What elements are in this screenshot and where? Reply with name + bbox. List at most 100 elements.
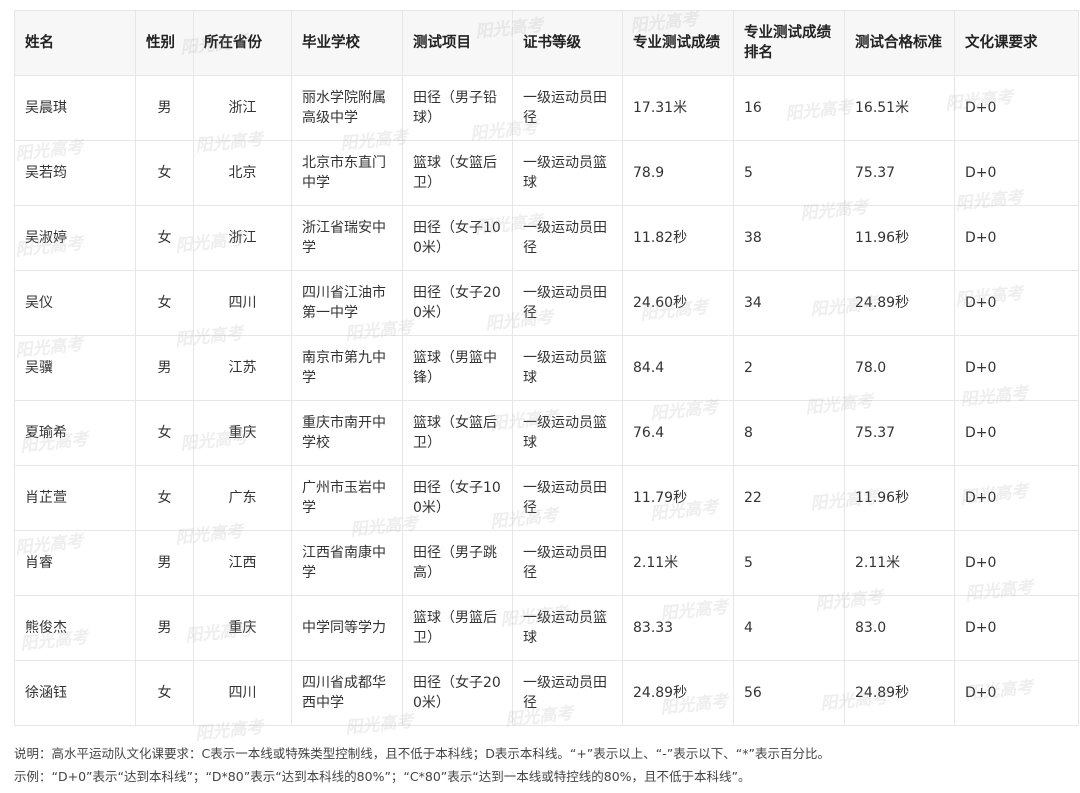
cell-test-item: 篮球（男篮中锋）: [402, 335, 513, 401]
cell-rank: 5: [733, 140, 845, 206]
cell-province: 重庆: [193, 595, 292, 661]
cell-gender: 男: [135, 335, 194, 401]
note-example: 示例：“D+0”表示“达到本科线”；“D*80”表示“达到本科线的80%”；“C…: [14, 769, 751, 784]
cell-test-item: 田径（女子100米）: [402, 465, 513, 531]
table-row: 吴淑婷女浙江 浙江省瑞安中学 田径（女子100米） 一级运动员田径 11.82秒 38 11…: [14, 205, 1079, 271]
cell-test-item: 篮球（男篮后卫）: [402, 595, 513, 661]
cell-test-item: 田径（男子铅球）: [402, 75, 513, 141]
cell-score: 17.31米: [622, 75, 734, 141]
cell-certificate: 一级运动员篮球: [512, 400, 623, 466]
cell-standard: 11.96秒: [844, 465, 955, 531]
cell-rank: 16: [733, 75, 845, 141]
header-province: 所在省份: [193, 10, 292, 76]
admissions-table: 姓名 性别 所在省份 毕业学校 测试项目 证书等级 专业测试成绩 专业测试成绩排…: [14, 10, 1079, 726]
cell-name: 吴骥: [14, 335, 136, 401]
cell-name: 夏瑜希: [14, 400, 136, 466]
table-row: 肖芷萱女广东 广州市玉岩中学 田径（女子100米） 一级运动员田径 11.79秒 22 11…: [14, 465, 1079, 531]
cell-culture-req: D+0: [954, 205, 1079, 271]
cell-name: 吴若筠: [14, 140, 136, 206]
cell-province: 四川: [193, 660, 292, 726]
cell-test-item: 田径（女子200米）: [402, 270, 513, 336]
cell-standard: 78.0: [844, 335, 955, 401]
cell-score: 84.4: [622, 335, 734, 401]
cell-rank: 34: [733, 270, 845, 336]
header-score: 专业测试成绩: [622, 10, 734, 76]
cell-score: 11.79秒: [622, 465, 734, 531]
cell-certificate: 一级运动员田径: [512, 530, 623, 596]
cell-culture-req: D+0: [954, 335, 1079, 401]
cell-test-item: 田径（女子100米）: [402, 205, 513, 271]
cell-name: 徐涵钰: [14, 660, 136, 726]
cell-standard: 11.96秒: [844, 205, 955, 271]
cell-gender: 女: [135, 660, 194, 726]
table-row: 吴骥男江苏 南京市第九中学 篮球（男篮中锋） 一级运动员篮球 84.4 2 78.0 D+0: [14, 335, 1079, 401]
cell-certificate: 一级运动员田径: [512, 75, 623, 141]
cell-province: 广东: [193, 465, 292, 531]
header-certificate: 证书等级: [512, 10, 623, 76]
cell-school: 四川省江油市第一中学: [291, 270, 403, 336]
cell-test-item: 篮球（女篮后卫）: [402, 400, 513, 466]
cell-province: 浙江: [193, 75, 292, 141]
cell-score: 78.9: [622, 140, 734, 206]
cell-gender: 女: [135, 465, 194, 531]
cell-school: 四川省成都华西中学: [291, 660, 403, 726]
cell-certificate: 一级运动员田径: [512, 660, 623, 726]
header-school: 毕业学校: [291, 10, 403, 76]
cell-certificate: 一级运动员田径: [512, 270, 623, 336]
cell-rank: 8: [733, 400, 845, 466]
cell-rank: 4: [733, 595, 845, 661]
cell-gender: 男: [135, 595, 194, 661]
cell-school: 中学同等学力: [291, 595, 403, 661]
cell-province: 江西: [193, 530, 292, 596]
cell-score: 11.82秒: [622, 205, 734, 271]
cell-rank: 22: [733, 465, 845, 531]
cell-culture-req: D+0: [954, 660, 1079, 726]
page: 姓名 性别 所在省份 毕业学校 测试项目 证书等级 专业测试成绩 专业测试成绩排…: [0, 0, 1080, 793]
cell-gender: 男: [135, 530, 194, 596]
cell-score: 24.60秒: [622, 270, 734, 336]
cell-culture-req: D+0: [954, 75, 1079, 141]
cell-certificate: 一级运动员田径: [512, 205, 623, 271]
cell-standard: 75.37: [844, 400, 955, 466]
cell-school: 江西省南康中学: [291, 530, 403, 596]
cell-culture-req: D+0: [954, 465, 1079, 531]
cell-standard: 24.89秒: [844, 270, 955, 336]
cell-rank: 38: [733, 205, 845, 271]
cell-name: 吴晨琪: [14, 75, 136, 141]
note-explanation: 说明：高水平运动队文化课要求：C表示一本线或特殊类型控制线，且不低于本科线；D表…: [14, 746, 830, 761]
cell-certificate: 一级运动员篮球: [512, 595, 623, 661]
cell-school: 北京市东直门中学: [291, 140, 403, 206]
cell-rank: 5: [733, 530, 845, 596]
cell-gender: 女: [135, 270, 194, 336]
cell-score: 76.4: [622, 400, 734, 466]
cell-culture-req: D+0: [954, 400, 1079, 466]
table-row: 夏瑜希女重庆 重庆市南开中学校 篮球（女篮后卫） 一级运动员篮球 76.4 8 75.37 D…: [14, 400, 1079, 466]
cell-school: 广州市玉岩中学: [291, 465, 403, 531]
cell-province: 四川: [193, 270, 292, 336]
cell-certificate: 一级运动员篮球: [512, 140, 623, 206]
cell-school: 南京市第九中学: [291, 335, 403, 401]
cell-province: 浙江: [193, 205, 292, 271]
cell-name: 熊俊杰: [14, 595, 136, 661]
cell-score: 83.33: [622, 595, 734, 661]
cell-culture-req: D+0: [954, 140, 1079, 206]
cell-standard: 24.89秒: [844, 660, 955, 726]
cell-culture-req: D+0: [954, 530, 1079, 596]
cell-standard: 16.51米: [844, 75, 955, 141]
cell-province: 江苏: [193, 335, 292, 401]
cell-certificate: 一级运动员篮球: [512, 335, 623, 401]
cell-culture-req: D+0: [954, 270, 1079, 336]
header-name: 姓名: [14, 10, 136, 76]
table-row: 肖睿男江西 江西省南康中学 田径（男子跳高） 一级运动员田径 2.11米 5 2.11米 D+…: [14, 530, 1079, 596]
cell-gender: 女: [135, 140, 194, 206]
cell-rank: 56: [733, 660, 845, 726]
cell-rank: 2: [733, 335, 845, 401]
cell-province: 重庆: [193, 400, 292, 466]
table-row: 吴若筠女北京 北京市东直门中学 篮球（女篮后卫） 一级运动员篮球 78.9 5 75.37 D…: [14, 140, 1079, 206]
cell-name: 肖芷萱: [14, 465, 136, 531]
cell-standard: 83.0: [844, 595, 955, 661]
table-row: 吴晨琪男浙江 丽水学院附属高级中学 田径（男子铅球） 一级运动员田径 17.31米 16 1…: [14, 75, 1079, 141]
cell-name: 吴仪: [14, 270, 136, 336]
cell-standard: 2.11米: [844, 530, 955, 596]
cell-test-item: 田径（男子跳高）: [402, 530, 513, 596]
